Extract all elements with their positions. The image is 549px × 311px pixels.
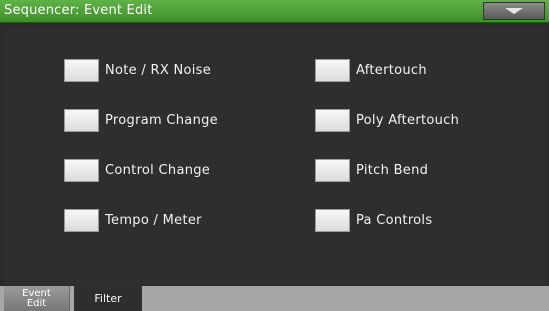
filter-option-aftertouch[interactable]: Aftertouch [315,58,427,83]
checkbox[interactable] [315,159,350,182]
option-label: Note / RX Noise [105,63,212,78]
filter-option-control-change[interactable]: Control Change [64,158,210,183]
page-title: Sequencer: Event Edit [4,3,153,18]
tab-label-line1: Event [22,287,51,299]
checkbox[interactable] [64,109,99,132]
tab-label: Filter [94,292,122,305]
screen: Sequencer: Event Edit Note / RX Noise Pr… [0,0,549,311]
tab-label-line2: Edit [26,297,47,309]
chevron-down-icon [505,8,523,14]
option-label: Pitch Bend [356,163,429,178]
checkbox[interactable] [64,59,99,82]
tab-event-edit[interactable]: Event Edit [4,286,70,311]
checkbox[interactable] [315,59,350,82]
tab-bar: Event Edit Filter [0,286,549,311]
title-bar: Sequencer: Event Edit [0,0,549,23]
option-label: Aftertouch [356,63,427,78]
option-label: Program Change [105,113,218,128]
option-label: Poly Aftertouch [356,113,460,128]
option-label: Control Change [105,163,211,178]
filter-panel: Note / RX Noise Program Change Control C… [4,27,545,285]
page-menu-button[interactable] [483,2,545,20]
filter-option-pa-controls[interactable]: Pa Controls [315,208,432,233]
checkbox[interactable] [64,159,99,182]
option-label: Tempo / Meter [105,213,202,228]
filter-option-poly-aftertouch[interactable]: Poly Aftertouch [315,108,459,133]
filter-option-program-change[interactable]: Program Change [64,108,218,133]
tab-filter[interactable]: Filter [74,286,142,311]
filter-option-note-rx-noise[interactable]: Note / RX Noise [64,58,211,83]
checkbox[interactable] [315,109,350,132]
filter-option-pitch-bend[interactable]: Pitch Bend [315,158,428,183]
filter-option-tempo-meter[interactable]: Tempo / Meter [64,208,202,233]
option-label: Pa Controls [356,213,433,228]
checkbox[interactable] [64,209,99,232]
checkbox[interactable] [315,209,350,232]
